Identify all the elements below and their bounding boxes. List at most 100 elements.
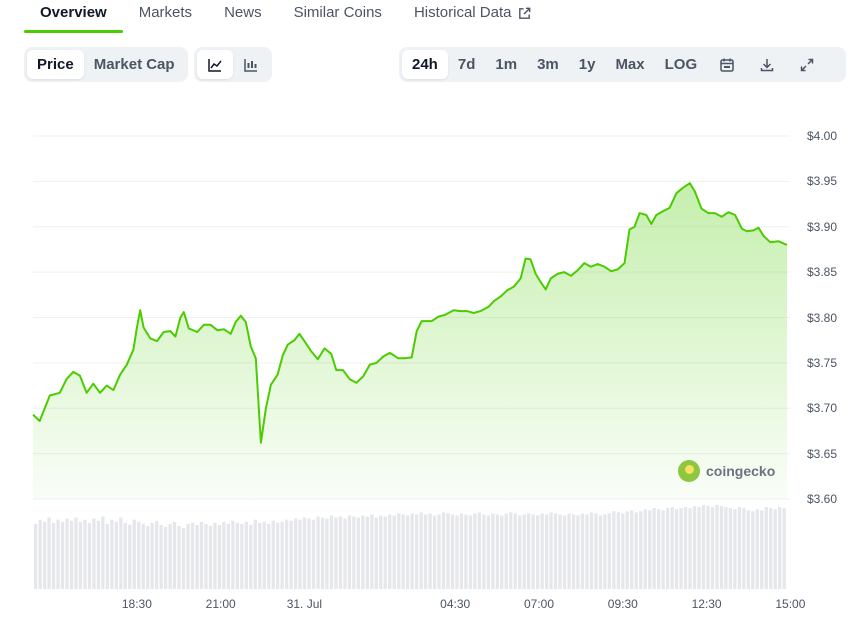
volume-bar xyxy=(549,512,553,589)
volume-bar xyxy=(383,516,387,589)
volume-bar xyxy=(69,520,74,590)
volume-bar xyxy=(150,522,154,590)
volume-bar xyxy=(428,513,432,589)
volume-bar xyxy=(199,521,204,589)
volume-bar xyxy=(450,514,455,589)
volume-bar xyxy=(235,522,239,590)
volume-bar xyxy=(190,522,195,590)
volume-bar xyxy=(504,513,508,589)
volume-bar xyxy=(141,523,145,589)
watermark-text: coingecko xyxy=(706,463,776,479)
volume-bar xyxy=(168,523,172,589)
volume-bar xyxy=(146,526,150,589)
volume-bar xyxy=(137,521,141,589)
volume-bar xyxy=(536,515,540,589)
volume-bar xyxy=(302,517,307,589)
volume-bar xyxy=(101,516,105,589)
volume-bar xyxy=(459,513,464,589)
volume-bar xyxy=(370,514,374,589)
volume-bar xyxy=(397,513,401,589)
volume-bar xyxy=(585,514,589,589)
volume-bar xyxy=(464,514,468,589)
volume-bar xyxy=(105,523,109,589)
volume-bar xyxy=(92,518,96,589)
volume-bar xyxy=(742,508,746,589)
volume-bar xyxy=(231,520,235,590)
volume-bar xyxy=(558,514,562,589)
volume-bar xyxy=(432,515,437,589)
volume-bar xyxy=(379,515,383,589)
y-tick-label: $4.00 xyxy=(806,129,837,143)
volume-bar xyxy=(311,519,316,589)
volume-bar xyxy=(244,521,248,589)
x-tick-label: 15:00 xyxy=(775,597,806,611)
volume-bar xyxy=(43,521,47,589)
volume-bar xyxy=(603,514,607,589)
volume-bar xyxy=(589,512,594,589)
volume-bar xyxy=(38,519,42,589)
y-tick-label: $3.95 xyxy=(806,174,837,189)
volume-bar xyxy=(186,523,190,589)
volume-bar xyxy=(423,514,428,589)
volume-bar xyxy=(567,513,571,589)
y-tick-label: $3.80 xyxy=(806,310,837,325)
volume-bar xyxy=(415,514,419,589)
volume-bar xyxy=(545,514,549,589)
volume-bar xyxy=(482,514,486,589)
volume-bar xyxy=(226,523,230,589)
volume-bar xyxy=(392,515,396,589)
volume-bar xyxy=(621,513,625,589)
volume-bar xyxy=(361,515,365,589)
volume-bar xyxy=(648,510,652,590)
volume-bar xyxy=(769,508,773,589)
volume-bar xyxy=(280,521,284,589)
volume-bar xyxy=(782,508,786,589)
volume-bar xyxy=(320,517,325,589)
volume-bar xyxy=(522,514,526,589)
volume-bar xyxy=(634,512,638,589)
price-area xyxy=(33,183,787,499)
volume-bar xyxy=(639,511,643,589)
volume-bar xyxy=(419,512,423,589)
volume-bar xyxy=(74,517,78,589)
volume-bar xyxy=(630,510,634,590)
y-tick-label: $3.60 xyxy=(806,492,837,506)
volume-bar xyxy=(316,516,320,589)
volume-bar xyxy=(468,515,473,589)
volume-bar xyxy=(164,527,168,589)
volume-bar xyxy=(258,522,262,590)
volume-bar xyxy=(352,516,356,589)
price-chart xyxy=(32,135,790,590)
volume-bar xyxy=(56,519,60,589)
y-tick-label: $3.65 xyxy=(806,446,837,461)
volume-bar xyxy=(213,522,217,590)
volume-bar xyxy=(60,521,65,589)
volume-bar xyxy=(553,513,558,589)
volume-bar xyxy=(181,528,186,589)
volume-bar xyxy=(294,518,298,589)
volume-bar xyxy=(119,517,123,589)
volume-bar xyxy=(208,526,213,589)
volume-bar xyxy=(728,508,732,589)
volume-bar xyxy=(737,507,741,589)
coingecko-logo-icon xyxy=(678,460,700,482)
volume-bar xyxy=(406,515,410,589)
volume-bar xyxy=(365,516,369,589)
volume-bar xyxy=(204,523,208,589)
volume-bar xyxy=(347,515,352,589)
y-tick-label: $3.90 xyxy=(806,219,837,234)
volume-bar xyxy=(679,508,683,589)
volume-bar xyxy=(177,526,181,589)
volume-bar xyxy=(692,506,697,590)
volume-bar xyxy=(222,521,226,589)
volume-bar xyxy=(285,519,289,589)
x-tick-label: 09:30 xyxy=(607,597,638,611)
volume-bar xyxy=(666,508,670,589)
volume-bar xyxy=(155,520,159,590)
volume-bar xyxy=(500,515,504,589)
x-tick-label: 31. Jul xyxy=(286,597,323,611)
volume-bar xyxy=(531,514,535,589)
volume-bar xyxy=(356,517,360,589)
volume-bar xyxy=(338,516,343,589)
volume-bar xyxy=(652,508,656,589)
